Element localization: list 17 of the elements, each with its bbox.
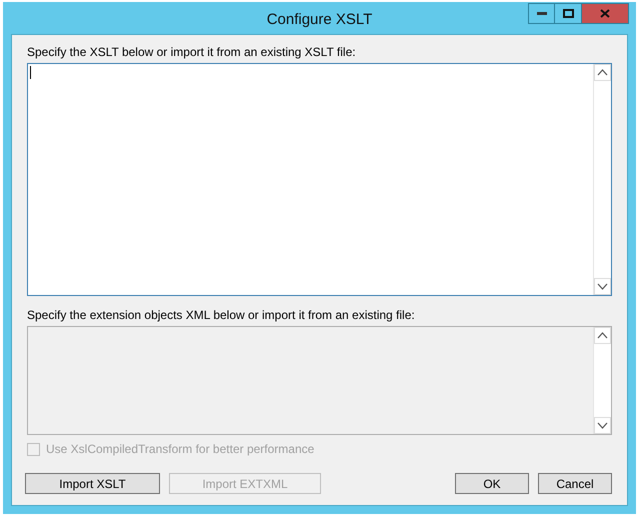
scrollbar[interactable] <box>593 64 611 295</box>
dialog-button[interactable]: Import XSLT <box>25 473 160 494</box>
field-label: Specify the extension objects XML below or import it from an existing file: <box>27 308 416 323</box>
maximize-button[interactable] <box>555 3 582 24</box>
minimize-icon <box>536 12 546 15</box>
close-icon <box>600 9 610 18</box>
text-cursor <box>30 66 31 79</box>
close-button[interactable] <box>582 3 629 24</box>
checkbox-label: Use XslCompiledTransform for better performance <box>46 442 314 456</box>
window-title: Configure XSLT <box>266 10 372 28</box>
dialog-button[interactable]: Cancel <box>538 473 612 494</box>
scroll-down-button[interactable] <box>594 278 611 295</box>
scroll-up-button[interactable] <box>594 64 611 81</box>
dialog-button[interactable]: OK <box>455 473 529 494</box>
field-label: Specify the XSLT below or import it from an existing XSLT file: <box>27 45 357 60</box>
minimize-button[interactable] <box>528 3 555 24</box>
maximize-icon <box>562 9 574 18</box>
